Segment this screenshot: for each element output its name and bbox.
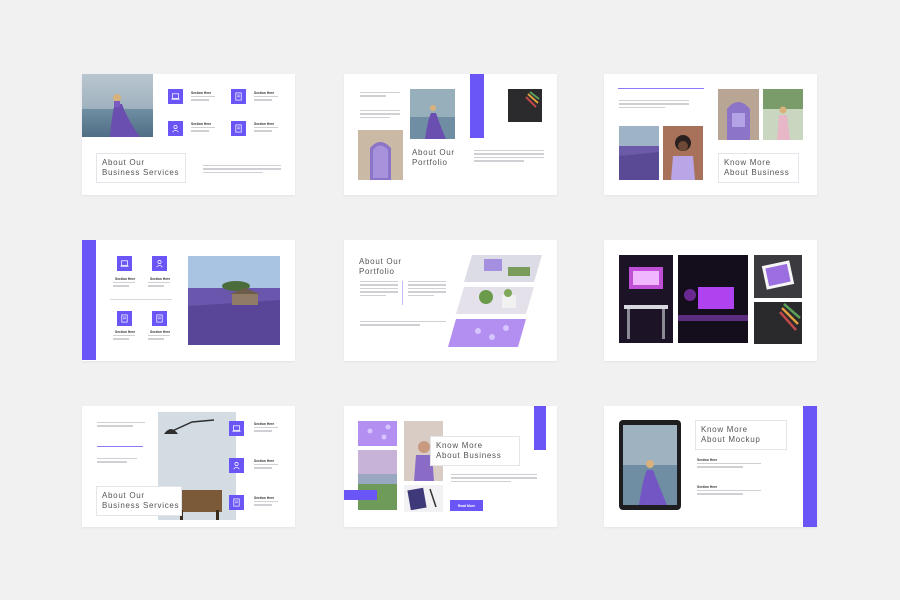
lavender-field-photo [619,126,659,180]
tablet-desk-photo [754,255,802,298]
section-text [697,490,761,497]
slide-title: Know More About Mockup [695,420,787,450]
section-text [254,127,278,134]
slide-3-know-business[interactable]: Know More About Business [604,74,817,195]
laptop-icon [229,421,244,436]
body-text [408,281,446,298]
laptop-icon [117,256,132,271]
section-title: Section Here [697,485,718,489]
divider-line [402,281,403,305]
slide-2-portfolio[interactable]: About Our Portfolio [344,74,557,195]
document-icon [229,495,244,510]
body-text [97,458,137,465]
read-more-button[interactable]: Read More [450,500,483,511]
section-text [254,501,278,508]
accent-bar [470,74,484,138]
body-text [97,422,145,429]
slide-title: About Our Portfolio [412,148,455,167]
section-text [191,96,215,103]
section-text [254,96,278,103]
body-text [203,165,281,175]
slide-title: Know More About Business [718,153,799,183]
pencils-photo [508,89,542,122]
slide-8-know-business[interactable]: Know More About Business Read More [344,406,557,527]
section-title: Section Here [150,330,171,334]
section-text [254,464,278,471]
body-text [474,150,544,164]
tablet-mockup [619,420,681,510]
body-text [360,92,400,99]
slide-title: About Our Business Services [96,153,186,183]
pencils-photo [754,302,802,344]
divider-line [110,299,172,300]
section-title: Section Here [697,458,718,462]
section-text [148,335,170,342]
sunset-coast-photo [358,450,397,510]
slide-title: About Our Portfolio [359,257,402,276]
slide-title: Know More About Business [430,436,520,466]
section-title: Section Here [191,122,212,126]
section-text [113,335,135,342]
lavender-field-house-photo [188,256,280,345]
section-text [148,282,170,289]
section-title: Section Here [254,122,275,126]
person-icon [168,121,183,136]
accent-bar [344,490,377,500]
purple-pills-photo [448,319,526,347]
slide-1-business-services[interactable]: Section Here Section Here Section Here S… [82,74,295,195]
woman-portrait-photo [663,126,703,180]
section-text [191,127,215,134]
body-text [360,321,446,328]
section-title: Section Here [115,330,136,334]
body-text [451,474,537,484]
section-text [254,427,278,434]
section-title: Section Here [254,91,275,95]
purple-door-photo [718,89,759,140]
body-text [360,110,400,120]
lavender-woman-photo [410,89,455,139]
divider-line [618,88,704,89]
slide-6-gallery[interactable] [604,240,817,361]
section-title: Section Here [191,91,212,95]
divider-line [97,446,143,447]
neon-desk-photo [619,255,673,343]
person-icon [229,458,244,473]
plants-room-photo [456,287,534,314]
document-icon [231,89,246,104]
accent-bar [82,240,96,360]
section-title: Section Here [150,277,171,281]
lavender-woman-photo [82,74,153,137]
slide-title: About Our Business Services [96,486,182,516]
document-icon [152,311,167,326]
slide-7-business-services[interactable]: Section Here Section Here Section Here A… [82,406,295,527]
notebook-pen-photo [404,485,443,512]
body-text [360,281,398,298]
person-icon [152,256,167,271]
section-title: Section Here [115,277,136,281]
page: { "colors": { "accent": "#6a55f6", "back… [0,0,900,600]
laptop-icon [168,89,183,104]
accent-bar [803,406,817,527]
accent-bar [534,406,546,450]
document-icon [117,311,132,326]
section-title: Section Here [254,422,275,426]
woman-flowers-photo [763,89,803,140]
section-title: Section Here [254,496,275,500]
section-text [113,282,135,289]
neon-monitor-photo [678,255,748,343]
body-text [619,100,689,110]
slide-9-mockup[interactable]: Know More About Mockup Section Here Sect… [604,406,817,527]
interior-room-photo [464,255,542,282]
section-text [697,463,761,470]
document-icon [231,121,246,136]
section-title: Section Here [254,459,275,463]
purple-door-photo [358,130,403,180]
purple-pills-photo [358,421,397,446]
slide-5-portfolio[interactable]: About Our Portfolio [344,240,557,361]
slide-4-services-field[interactable]: Section Here Section Here Section Here S… [82,240,295,361]
